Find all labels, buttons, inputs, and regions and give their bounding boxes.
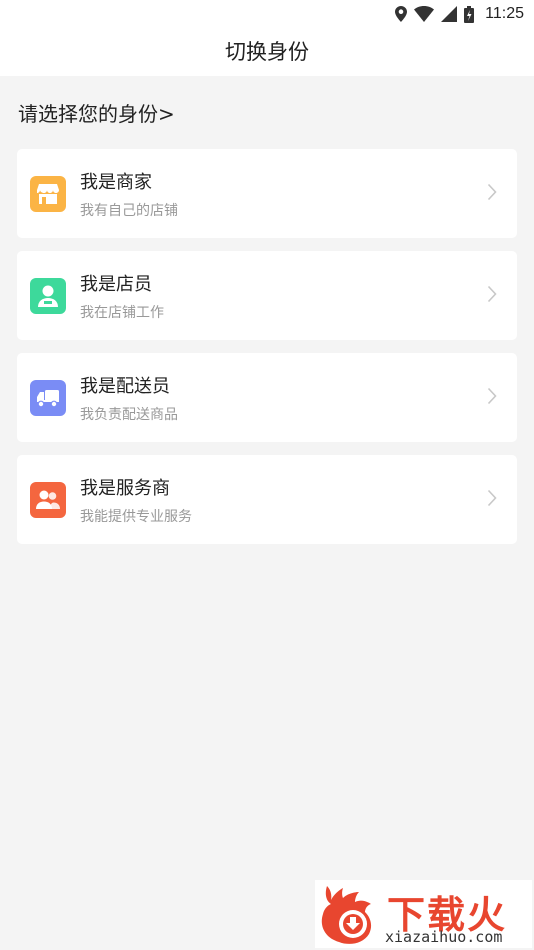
identity-desc: 我负责配送商品: [80, 407, 178, 423]
identity-title: 我是商家: [80, 172, 152, 193]
store-icon: [30, 176, 66, 212]
identity-desc: 我在店铺工作: [80, 305, 164, 321]
signal-icon: [441, 6, 458, 22]
identity-title: 我是配送员: [80, 376, 170, 397]
identity-card-service-provider[interactable]: 我是服务商 我能提供专业服务: [17, 455, 517, 544]
identity-title: 我是店员: [80, 274, 152, 295]
identity-title: 我是服务商: [80, 478, 170, 499]
status-time: 11:25: [485, 5, 524, 22]
watermark: 下载火 xiazaihuo.com: [315, 880, 532, 948]
identity-list: 我是商家 我有自己的店铺 我是店员 我在店铺工作 我是配送员 我负责配送商品 我…: [17, 149, 517, 557]
chevron-right-icon: [487, 489, 497, 507]
chevron-right-icon: [487, 285, 497, 303]
clerk-icon: [30, 278, 66, 314]
chevron-right-icon: [487, 183, 497, 201]
identity-desc: 我能提供专业服务: [80, 509, 192, 525]
flame-logo-icon: [321, 886, 372, 944]
identity-card-merchant[interactable]: 我是商家 我有自己的店铺: [17, 149, 517, 238]
identity-desc: 我有自己的店铺: [80, 203, 178, 219]
status-bar: 11:25: [0, 0, 534, 26]
location-icon: [395, 6, 408, 22]
status-icons: 11:25: [395, 3, 524, 25]
wifi-icon: [414, 6, 435, 22]
page-title: 切换身份: [225, 40, 309, 64]
identity-card-courier[interactable]: 我是配送员 我负责配送商品: [17, 353, 517, 442]
service-provider-icon: [30, 482, 66, 518]
chevron-right-icon: [487, 387, 497, 405]
section-title: 请选择您的身份>: [18, 102, 175, 126]
delivery-truck-icon: [30, 380, 66, 416]
watermark-url: xiazaihuo.com: [385, 928, 503, 946]
identity-card-clerk[interactable]: 我是店员 我在店铺工作: [17, 251, 517, 340]
page-header: 切换身份: [0, 26, 534, 76]
battery-icon: [464, 5, 475, 23]
